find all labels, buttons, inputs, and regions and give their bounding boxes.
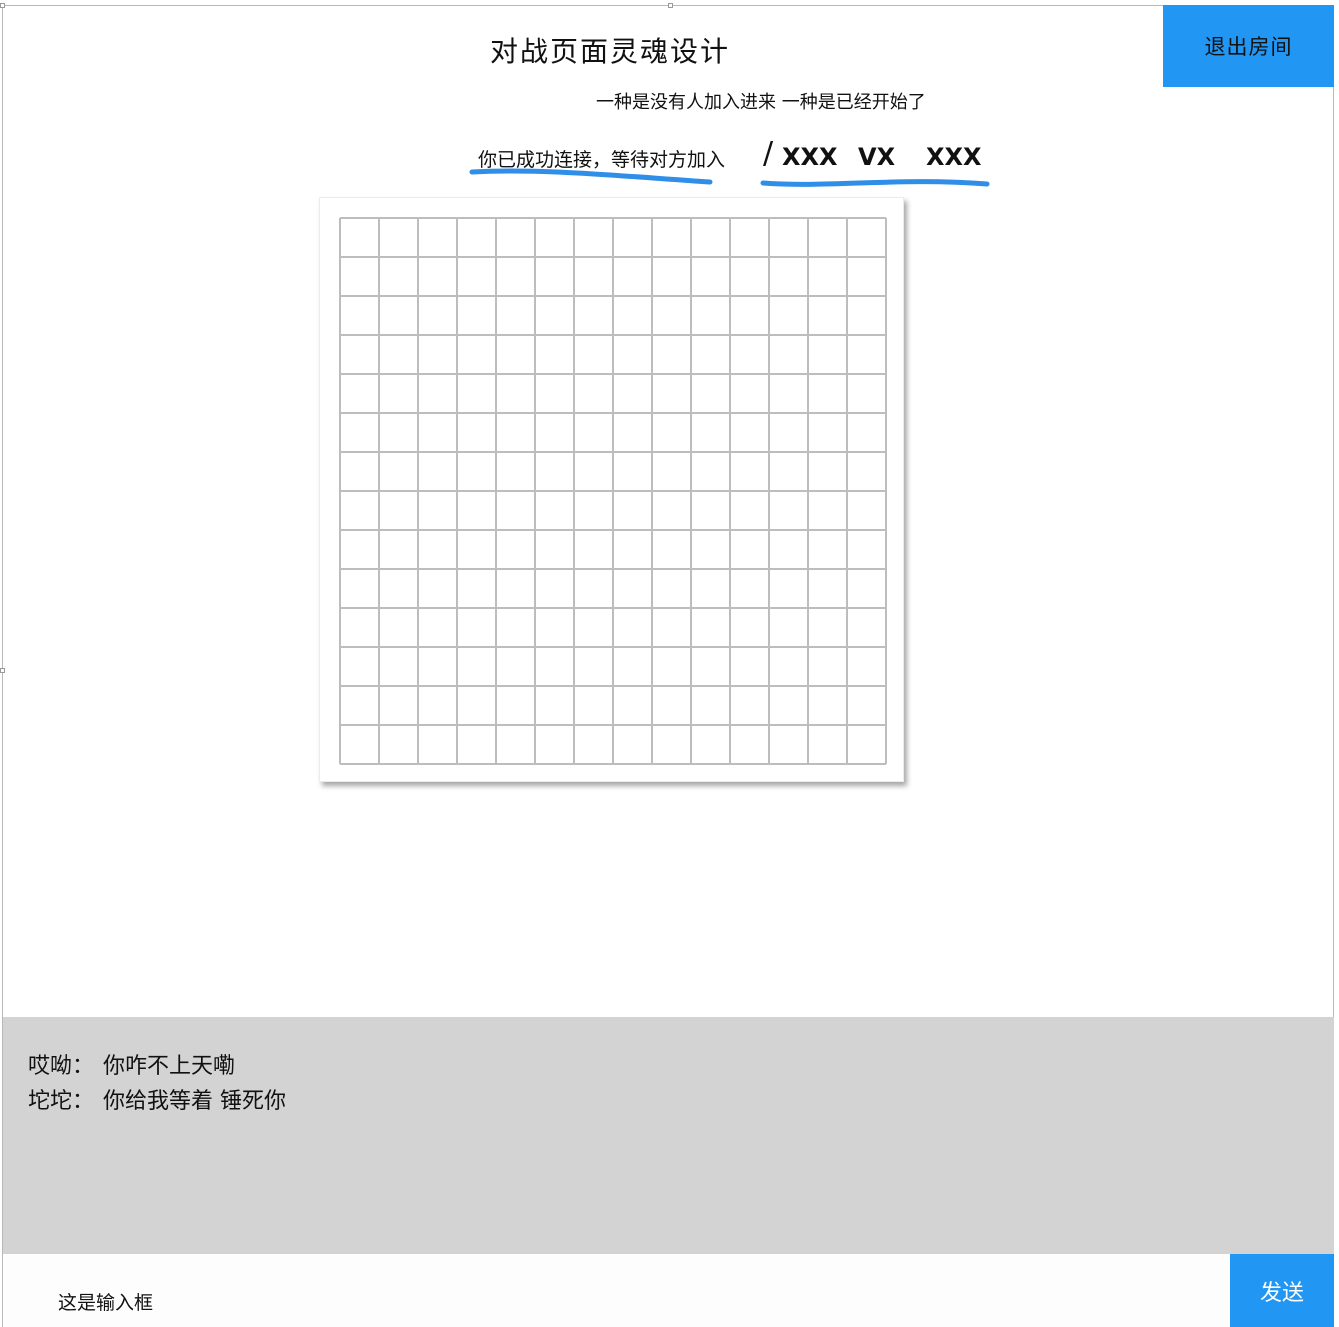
chat-panel: 哎呦： 你咋不上天嘞 坨坨： 你给我等着 锤死你 bbox=[3, 1017, 1334, 1254]
player-left-name: XXX bbox=[782, 143, 838, 171]
game-board[interactable] bbox=[319, 197, 904, 782]
chat-sender: 哎呦： bbox=[28, 1054, 95, 1079]
board-grid[interactable] bbox=[339, 217, 887, 765]
send-button[interactable]: 发送 bbox=[1230, 1254, 1334, 1327]
chat-input-placeholder: 这是输入框 bbox=[58, 1292, 154, 1314]
chat-message: 坨坨： 你给我等着 锤死你 bbox=[28, 1083, 286, 1115]
chat-input[interactable]: 这是输入框 bbox=[5, 1254, 1229, 1327]
chat-message: 哎呦： 你咋不上天嘞 bbox=[28, 1048, 235, 1080]
status-separator: / bbox=[763, 136, 774, 171]
exit-room-button[interactable]: 退出房间 bbox=[1163, 5, 1334, 87]
resize-handle-top-center[interactable] bbox=[668, 3, 673, 8]
chat-text: 你咋不上天嘞 bbox=[103, 1054, 236, 1079]
subtitle-note: 一种是没有人加入进来 一种是已经开始了 bbox=[596, 92, 926, 113]
resize-handle-top-left[interactable] bbox=[0, 3, 5, 8]
player-right-name: XXX bbox=[926, 143, 982, 171]
connection-status: 你已成功连接，等待对方加入 bbox=[478, 149, 726, 171]
resize-handle-middle-left[interactable] bbox=[0, 668, 5, 673]
page-title: 对战页面灵魂设计 bbox=[490, 35, 731, 68]
chat-text: 你给我等着 锤死你 bbox=[103, 1089, 286, 1114]
chat-sender: 坨坨： bbox=[28, 1089, 95, 1114]
versus-label: VX bbox=[858, 143, 896, 171]
